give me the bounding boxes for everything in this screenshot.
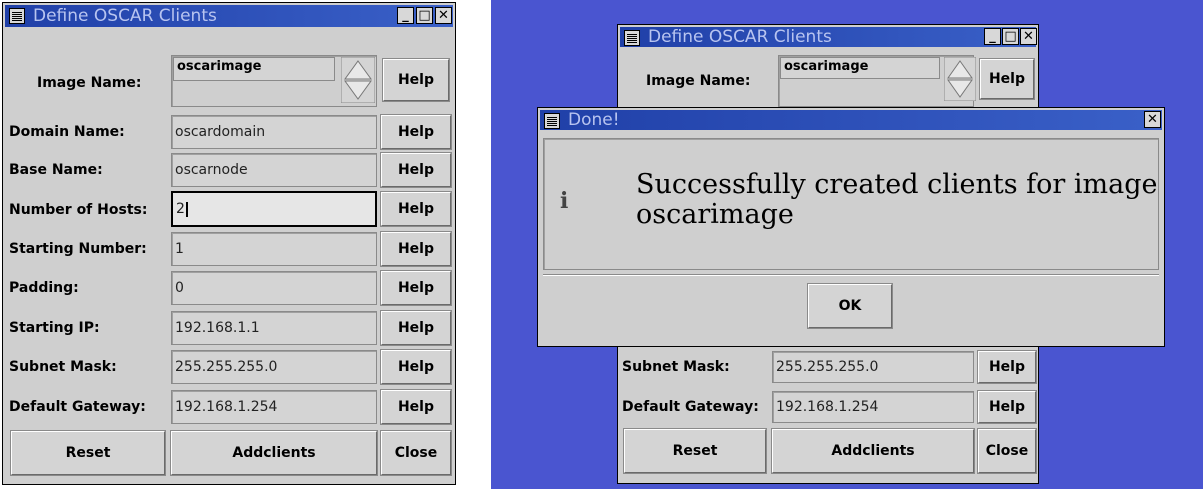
- help-button-subnet-mask[interactable]: Help: [977, 350, 1037, 384]
- base-name-field[interactable]: oscarnode: [171, 153, 377, 187]
- dialog-message-line-2: oscarimage: [636, 199, 794, 230]
- domain-name-field[interactable]: oscardomain: [171, 115, 377, 149]
- text-cursor: [185, 201, 188, 217]
- help-button-padding[interactable]: Help: [380, 270, 452, 306]
- padding-field[interactable]: 0: [171, 271, 377, 305]
- image-name-value[interactable]: oscarimage: [173, 57, 335, 81]
- window-title: Define OSCAR Clients: [33, 6, 217, 26]
- default-gateway-label: Default Gateway:: [622, 399, 759, 415]
- image-spinner-icon[interactable]: [340, 56, 376, 104]
- help-button-base-name[interactable]: Help: [380, 152, 452, 188]
- addclients-button[interactable]: Addclients: [771, 428, 975, 474]
- help-button-starting-number[interactable]: Help: [380, 231, 452, 267]
- starting-ip-field[interactable]: 192.168.1.1: [171, 311, 377, 345]
- number-of-hosts-value: 2: [176, 201, 185, 217]
- reset-button[interactable]: Reset: [10, 430, 166, 476]
- image-name-label: Image Name:: [646, 73, 751, 89]
- help-button-default-gateway[interactable]: Help: [380, 389, 452, 425]
- maximize-icon[interactable]: □: [416, 7, 433, 24]
- ok-button[interactable]: OK: [807, 283, 893, 329]
- minimize-icon[interactable]: _: [397, 7, 414, 24]
- number-of-hosts-field[interactable]: 2: [171, 191, 377, 227]
- padding-label: Padding:: [9, 280, 79, 296]
- addclients-button[interactable]: Addclients: [170, 430, 378, 476]
- close-button[interactable]: Close: [380, 430, 452, 476]
- image-spinner-icon[interactable]: [943, 56, 977, 102]
- help-button-subnet-mask[interactable]: Help: [380, 349, 452, 385]
- help-button-domain-name[interactable]: Help: [380, 114, 452, 150]
- dialog-title: Done!: [568, 110, 620, 130]
- title-bar[interactable]: Define OSCAR Clients _ □ ✕: [620, 27, 1037, 47]
- close-icon[interactable]: ✕: [435, 7, 452, 24]
- title-bar[interactable]: Define OSCAR Clients _ □ ✕: [5, 5, 453, 27]
- help-button-starting-ip[interactable]: Help: [380, 310, 452, 346]
- info-icon: i: [560, 188, 569, 214]
- starting-number-label: Starting Number:: [9, 241, 147, 257]
- help-button-image-name[interactable]: Help: [979, 58, 1035, 100]
- dialog-divider: [543, 274, 1159, 276]
- dialog-title-bar[interactable]: Done! ✕: [540, 110, 1162, 130]
- number-of-hosts-label: Number of Hosts:: [9, 202, 148, 218]
- base-name-label: Base Name:: [9, 162, 103, 178]
- starting-ip-label: Starting IP:: [9, 320, 100, 336]
- maximize-icon[interactable]: □: [1002, 28, 1019, 45]
- dialog-message-line-1: Successfully created clients for image: [636, 169, 1158, 200]
- help-button-default-gateway[interactable]: Help: [977, 390, 1037, 424]
- subnet-mask-field[interactable]: 255.255.255.0: [772, 351, 974, 383]
- minimize-icon[interactable]: _: [984, 28, 1001, 45]
- define-oscar-clients-window: Define OSCAR Clients _ □ ✕ Image Name: o…: [2, 2, 456, 485]
- window-menu-icon[interactable]: [9, 8, 25, 24]
- done-dialog: Done! ✕ i Successfully created clients f…: [537, 107, 1165, 347]
- help-button-image-name[interactable]: Help: [382, 58, 450, 102]
- close-icon[interactable]: ✕: [1144, 111, 1161, 128]
- window-title: Define OSCAR Clients: [648, 27, 832, 47]
- window-menu-icon[interactable]: [544, 113, 560, 129]
- close-icon[interactable]: ✕: [1020, 28, 1037, 45]
- subnet-mask-label: Subnet Mask:: [622, 359, 730, 375]
- domain-name-label: Domain Name:: [9, 124, 125, 140]
- default-gateway-label: Default Gateway:: [9, 399, 146, 415]
- default-gateway-field[interactable]: 192.168.1.254: [772, 391, 974, 423]
- close-button[interactable]: Close: [977, 428, 1037, 474]
- help-button-number-of-hosts[interactable]: Help: [380, 191, 452, 227]
- subnet-mask-label: Subnet Mask:: [9, 359, 117, 375]
- image-name-label: Image Name:: [37, 75, 142, 91]
- default-gateway-field[interactable]: 192.168.1.254: [171, 390, 377, 424]
- image-name-value[interactable]: oscarimage: [780, 57, 940, 79]
- subnet-mask-field[interactable]: 255.255.255.0: [171, 350, 377, 384]
- reset-button[interactable]: Reset: [623, 428, 767, 474]
- starting-number-field[interactable]: 1: [171, 232, 377, 266]
- desktop-background: Define OSCAR Clients _ □ ✕ Image Name: o…: [491, 0, 1203, 489]
- window-menu-icon[interactable]: [624, 30, 640, 46]
